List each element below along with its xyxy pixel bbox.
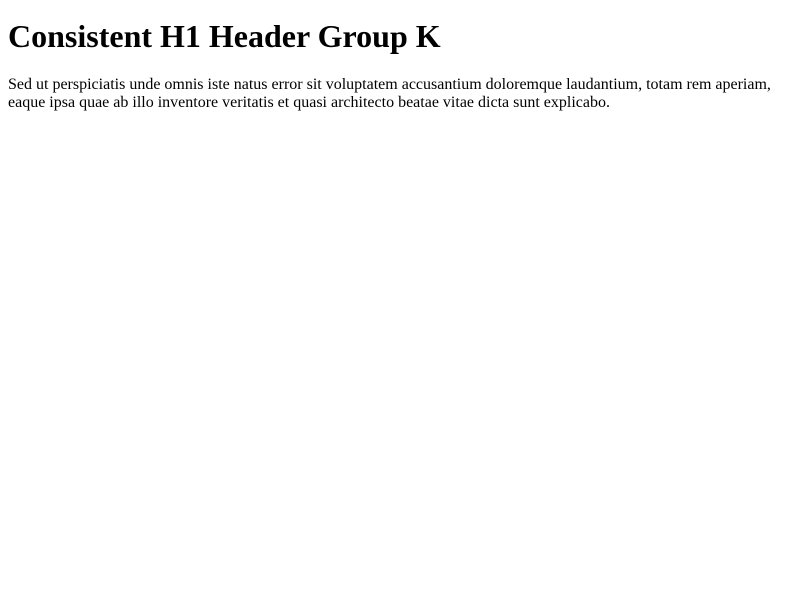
page-container: Consistent H1 Header Group K Sed ut pers… xyxy=(0,0,800,600)
page-title: Consistent H1 Header Group K xyxy=(8,18,441,54)
body-paragraph: Sed ut perspiciatis unde omnis iste natu… xyxy=(8,76,771,111)
